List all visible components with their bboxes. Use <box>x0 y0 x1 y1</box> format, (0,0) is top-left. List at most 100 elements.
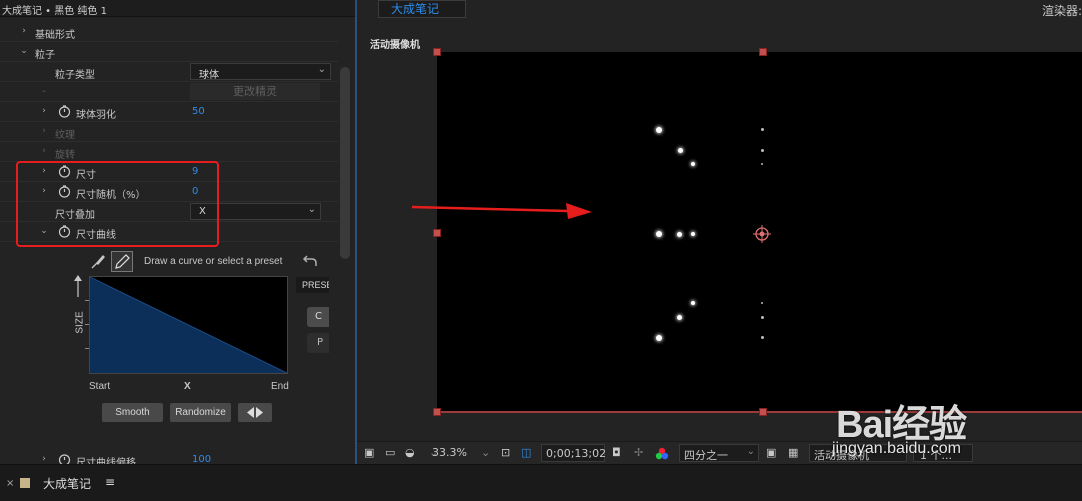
change-sprite-button[interactable]: 更改精灵 <box>190 83 320 100</box>
emitter-target-icon[interactable] <box>753 225 771 243</box>
sphere-feather-value[interactable]: 50 <box>192 106 205 117</box>
scrollbar[interactable] <box>340 67 350 259</box>
monitor-icon[interactable]: ▭ <box>385 446 395 459</box>
layer-handle[interactable] <box>759 48 767 56</box>
particle-type-select[interactable]: 球体 ⌄ <box>190 63 331 81</box>
tab-composition[interactable]: 大成笔记 <box>378 0 466 18</box>
timeline-tab[interactable]: 大成笔记 <box>43 475 91 492</box>
tick <box>85 348 89 349</box>
pencil-tool-button[interactable] <box>111 251 133 272</box>
chevron-right-icon[interactable]: › <box>39 106 49 116</box>
row-particle-type: 粒子类型 球体 ⌄ <box>0 62 338 82</box>
property-label: 旋转 <box>55 150 75 161</box>
particle <box>761 163 763 165</box>
axis-x-label: X <box>184 381 191 392</box>
composition-viewer[interactable] <box>437 52 1082 412</box>
close-icon[interactable]: × <box>6 478 14 489</box>
camera-label: 活动摄像机 <box>370 40 420 51</box>
group-basic-form[interactable]: › 基础形式 <box>0 22 338 42</box>
presets-tab[interactable]: PRESETS <box>296 277 329 293</box>
timecode-field[interactable]: 0;00;13;02 <box>541 444 607 462</box>
layer-handle[interactable] <box>433 48 441 56</box>
fit-icon[interactable]: ⊡ <box>501 446 510 459</box>
chevron-right-icon[interactable]: › <box>39 126 49 136</box>
camera-icon[interactable]: ◘ <box>612 446 621 459</box>
timeline-tab-bar: × 大成笔记 ≡ <box>0 464 1082 501</box>
group-label: 基础形式 <box>35 30 75 41</box>
row-rotation: › 旋转 <box>0 142 338 162</box>
size-curve-offset-value[interactable]: 100 <box>192 454 211 464</box>
safe-area-icon[interactable]: ◫ <box>521 446 531 459</box>
chevron-right-icon[interactable]: › <box>39 454 49 464</box>
tick <box>85 324 89 325</box>
particle <box>761 336 764 339</box>
particle <box>678 148 683 153</box>
resolution-value: 四分之一 <box>684 449 728 462</box>
particle <box>761 128 764 131</box>
row-change-sprite: - 更改精灵 <box>0 82 338 102</box>
region-icon[interactable]: ▣ <box>766 446 776 459</box>
property-label: 尺寸曲线偏移 <box>76 458 136 464</box>
particle <box>761 302 763 304</box>
layer-handle[interactable] <box>433 229 441 237</box>
select-value: 球体 <box>199 70 219 81</box>
resolution-select[interactable]: 四分之一 ⌄ <box>679 444 759 462</box>
menu-icon[interactable]: ≡ <box>105 475 115 489</box>
layer-handle[interactable] <box>759 408 767 416</box>
group-particle[interactable]: ⌄ 粒子 <box>0 42 338 62</box>
property-label: 粒子类型 <box>55 70 95 81</box>
transparency-grid-icon[interactable]: ▦ <box>788 446 798 459</box>
mask-icon[interactable]: ◒ <box>405 446 415 459</box>
curve-svg <box>89 276 288 374</box>
panel-title: 大成笔记 • 黑色 纯色 1 <box>2 6 107 17</box>
stopwatch-icon[interactable] <box>58 453 71 464</box>
axis-start-label: Start <box>89 381 111 392</box>
size-curve-graph[interactable] <box>89 276 288 374</box>
always-preview-icon[interactable]: ▣ <box>364 446 374 459</box>
chevron-down-icon[interactable]: ⌄ <box>481 446 490 459</box>
color-channels-icon[interactable] <box>655 447 669 461</box>
particle <box>691 301 695 305</box>
highlight-box <box>16 161 219 247</box>
randomize-button[interactable]: Randomize <box>170 403 231 422</box>
row-texture: › 纹理 <box>0 122 338 142</box>
flip-button[interactable] <box>238 403 272 422</box>
undo-icon[interactable] <box>302 253 318 269</box>
row-size-curve-offset: › 尺寸曲线偏移 100 <box>0 450 338 464</box>
watermark-url: jingyan.baidu.com <box>832 440 961 457</box>
timecode: 0;00;13;02 <box>546 447 607 460</box>
chevron-down-icon: ⌄ <box>746 446 755 457</box>
chevron-down-icon: ⌄ <box>307 204 316 215</box>
tick <box>85 300 89 301</box>
comp-color-swatch <box>20 478 30 488</box>
channel-icon[interactable]: ✢ <box>634 446 643 459</box>
smooth-button[interactable]: Smooth <box>102 403 163 422</box>
brush-icon[interactable] <box>89 253 107 271</box>
particle <box>677 232 682 237</box>
particle <box>761 149 764 152</box>
dash: - <box>42 86 46 97</box>
curve-hint: Draw a curve or select a preset <box>144 256 283 267</box>
preset-button[interactable]: C <box>307 307 329 327</box>
graph-y-label: SIZE <box>74 311 86 334</box>
pencil-icon <box>115 254 130 269</box>
layer-handle[interactable] <box>433 408 441 416</box>
group-label: 粒子 <box>35 50 55 61</box>
arrow-up-icon <box>74 275 82 297</box>
curve-toolbar: Draw a curve or select a preset <box>89 251 329 273</box>
chevron-right-icon[interactable]: › <box>39 146 49 156</box>
renderer-label[interactable]: 渲染器: <box>1042 2 1082 19</box>
preset-button[interactable]: P <box>307 333 329 353</box>
zoom-select[interactable]: 33.3% <box>432 446 467 459</box>
stopwatch-icon[interactable] <box>58 105 71 118</box>
axis-end-label: End <box>271 381 289 392</box>
watermark: Bai经验 jingyan.baidu.com <box>830 385 1082 465</box>
chevron-down-icon[interactable]: ⌄ <box>19 46 29 56</box>
property-label: 球体羽化 <box>76 110 116 121</box>
particle <box>656 335 662 341</box>
particle <box>691 162 695 166</box>
effect-controls-panel: 大成笔记 • 黑色 纯色 1 › 基础形式 ⌄ 粒子 粒子类型 球体 ⌄ - 更… <box>0 0 356 464</box>
particle <box>656 127 662 133</box>
flip-arrows-icon <box>247 407 263 418</box>
chevron-right-icon[interactable]: › <box>19 26 29 36</box>
